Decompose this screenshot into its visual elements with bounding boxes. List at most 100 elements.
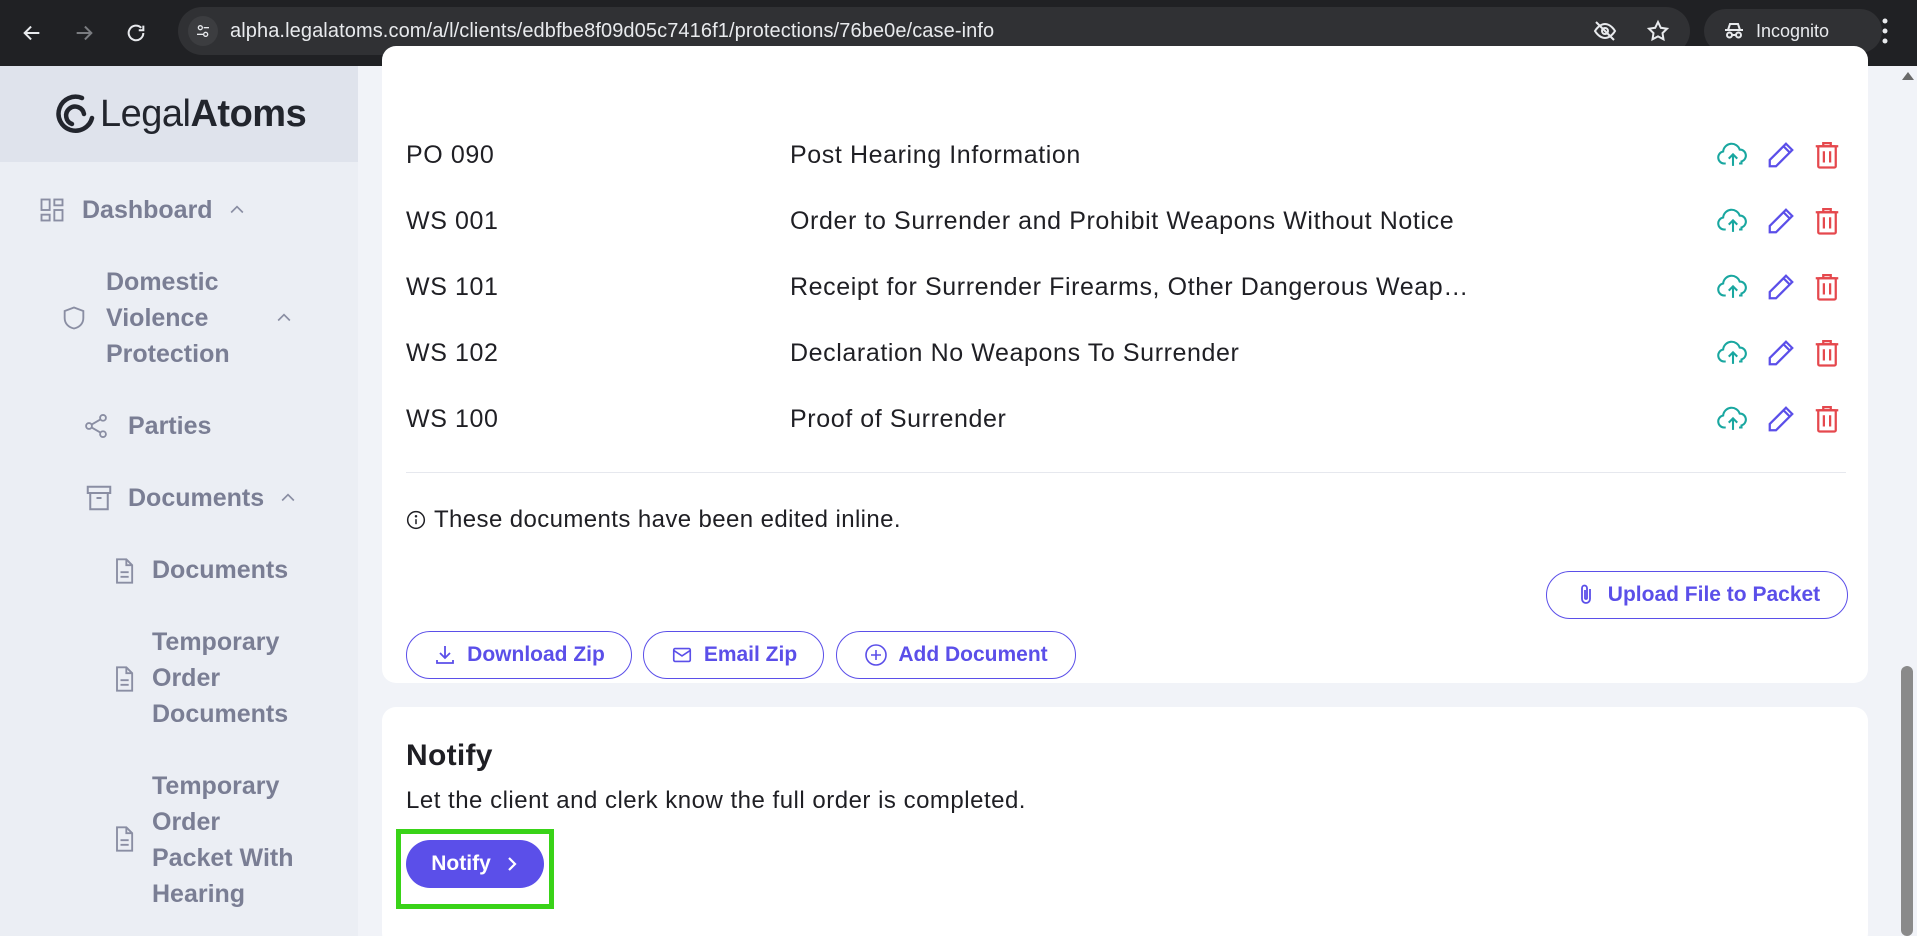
logo-text: LegalAtoms xyxy=(100,92,307,136)
eye-off-icon[interactable] xyxy=(1592,19,1618,43)
document-actions xyxy=(1716,404,1842,434)
sidebar-item-temporary-order-packet-with-hearing[interactable]: Temporary Order Packet With Hearing xyxy=(110,768,293,912)
button-label: Add Document xyxy=(898,643,1048,666)
cloud-upload-icon[interactable] xyxy=(1716,140,1750,170)
mail-icon xyxy=(672,647,691,663)
trash-icon[interactable] xyxy=(1812,338,1842,368)
main-content: PO 090 Post Hearing Information WS 001 Orde… xyxy=(358,46,1898,936)
label-line: Domestic xyxy=(106,268,219,296)
email-zip-button[interactable]: Email Zip xyxy=(643,631,824,679)
inline-edit-note-text: These documents have been edited inline. xyxy=(434,506,901,533)
download-zip-button[interactable]: Download Zip xyxy=(406,631,632,679)
notify-title: Notify xyxy=(406,739,493,772)
sidebar-item-parties[interactable]: Parties xyxy=(82,408,211,444)
scroll-thumb[interactable] xyxy=(1901,666,1913,936)
document-title[interactable]: Declaration No Weapons To Surrender xyxy=(790,339,1490,368)
pencil-icon[interactable] xyxy=(1766,338,1796,368)
more-vertical-icon xyxy=(1882,18,1888,44)
label-line: Temporary xyxy=(152,772,280,800)
forward-button[interactable] xyxy=(64,13,104,53)
arrow-left-icon xyxy=(23,25,40,41)
cloud-upload-icon[interactable] xyxy=(1716,206,1750,236)
document-code: WS 101 xyxy=(406,272,499,301)
chevron-right-icon xyxy=(507,857,517,871)
document-title[interactable]: Post Hearing Information xyxy=(790,141,1490,170)
incognito-icon xyxy=(1725,23,1743,39)
logo[interactable]: LegalAtoms xyxy=(0,66,358,162)
trash-icon[interactable] xyxy=(1812,140,1842,170)
reload-button[interactable] xyxy=(116,13,156,53)
pencil-icon[interactable] xyxy=(1766,140,1796,170)
divider xyxy=(406,472,1846,473)
trash-icon[interactable] xyxy=(1812,272,1842,302)
sidebar-item-label: Dashboard xyxy=(82,196,213,224)
star-icon[interactable] xyxy=(1646,19,1670,43)
document-code: WS 100 xyxy=(406,404,499,433)
trash-icon[interactable] xyxy=(1812,404,1842,434)
sidebar-item-dashboard[interactable]: Dashboard xyxy=(38,192,247,228)
label-line: Order xyxy=(152,664,221,692)
sidebar-item-temporary-order-documents[interactable]: Temporary Order Documents xyxy=(110,624,288,732)
info-icon xyxy=(406,510,426,530)
site-settings-icon[interactable] xyxy=(188,16,218,46)
cloud-upload-icon[interactable] xyxy=(1716,338,1750,368)
sidebar-item-documents-group[interactable]: Documents xyxy=(84,480,298,516)
sidebar-item-label: Documents xyxy=(128,484,265,512)
cloud-upload-icon[interactable] xyxy=(1716,272,1750,302)
document-row: WS 100 Proof of Surrender xyxy=(406,397,1839,441)
document-code: WS 102 xyxy=(406,338,499,367)
cloud-upload-icon[interactable] xyxy=(1716,404,1750,434)
dashboard-icon xyxy=(40,198,64,222)
chevron-up-icon xyxy=(281,493,295,502)
legalatoms-logo-icon xyxy=(56,94,95,133)
label-line: Packet With xyxy=(152,844,294,872)
document-row: PO 090 Post Hearing Information xyxy=(406,133,1839,177)
archive-icon xyxy=(86,485,112,511)
document-code: WS 001 xyxy=(406,206,499,235)
label-line: Hearing xyxy=(152,880,246,908)
label-line: Violence xyxy=(106,304,209,332)
document-row: WS 101 Receipt for Surrender Firearms, Ot… xyxy=(406,265,1839,309)
arrow-right-icon xyxy=(76,25,93,41)
sidebar-item-documents[interactable]: Documents xyxy=(110,552,288,588)
inline-edit-note: These documents have been edited inline. xyxy=(406,506,901,534)
logo-text-bold: Atoms xyxy=(190,92,307,135)
sidebar-item-label: Temporary Order Packet With Hearing xyxy=(152,768,293,912)
add-document-button[interactable]: Add Document xyxy=(836,631,1076,679)
back-button[interactable] xyxy=(12,13,52,53)
shield-icon xyxy=(63,306,85,330)
document-row: WS 001 Order to Surrender and Prohibit We… xyxy=(406,199,1839,243)
page-scrollbar[interactable] xyxy=(1898,66,1917,936)
chevron-up-icon xyxy=(230,205,244,214)
document-title[interactable]: Proof of Surrender xyxy=(790,405,1490,434)
browser-menu-button[interactable] xyxy=(1870,18,1900,44)
trash-icon[interactable] xyxy=(1812,206,1842,236)
sidebar-item-label: Temporary Order Documents xyxy=(152,624,288,732)
document-title[interactable]: Receipt for Surrender Firearms, Other Da… xyxy=(790,273,1490,302)
file-text-icon xyxy=(116,558,134,584)
label-line: Order xyxy=(152,808,221,836)
document-actions xyxy=(1716,206,1842,236)
sidebar: LegalAtoms Dashboard Domestic Violence P… xyxy=(0,66,358,936)
notify-card: Notify Let the client and clerk know the… xyxy=(382,707,1868,936)
scroll-up-arrow[interactable] xyxy=(1902,72,1914,80)
label-line: Documents xyxy=(152,700,289,728)
file-text-icon xyxy=(116,666,134,692)
button-label: Email Zip xyxy=(703,643,798,666)
button-label: Notify xyxy=(431,852,491,875)
reload-icon xyxy=(127,24,145,42)
sidebar-item-domestic-violence-protection[interactable]: Domestic Violence Protection xyxy=(60,264,294,372)
notify-description: Let the client and clerk know the full o… xyxy=(406,787,1026,814)
incognito-label: Incognito xyxy=(1756,20,1830,41)
pencil-icon[interactable] xyxy=(1766,206,1796,236)
upload-file-to-packet-button[interactable]: Upload File to Packet xyxy=(1546,571,1848,619)
document-title[interactable]: Order to Surrender and Prohibit Weapons … xyxy=(790,207,1490,236)
button-label: Download Zip xyxy=(467,643,605,666)
notify-button[interactable]: Notify xyxy=(406,840,544,888)
label-line: Protection xyxy=(106,340,230,368)
url-text[interactable]: alpha.legalatoms.com/a/l/clients/edbfbe8… xyxy=(230,20,994,43)
sidebar-item-label: Documents xyxy=(152,556,289,584)
pencil-icon[interactable] xyxy=(1766,272,1796,302)
pencil-icon[interactable] xyxy=(1766,404,1796,434)
documents-card: PO 090 Post Hearing Information WS 001 Orde… xyxy=(382,46,1868,683)
